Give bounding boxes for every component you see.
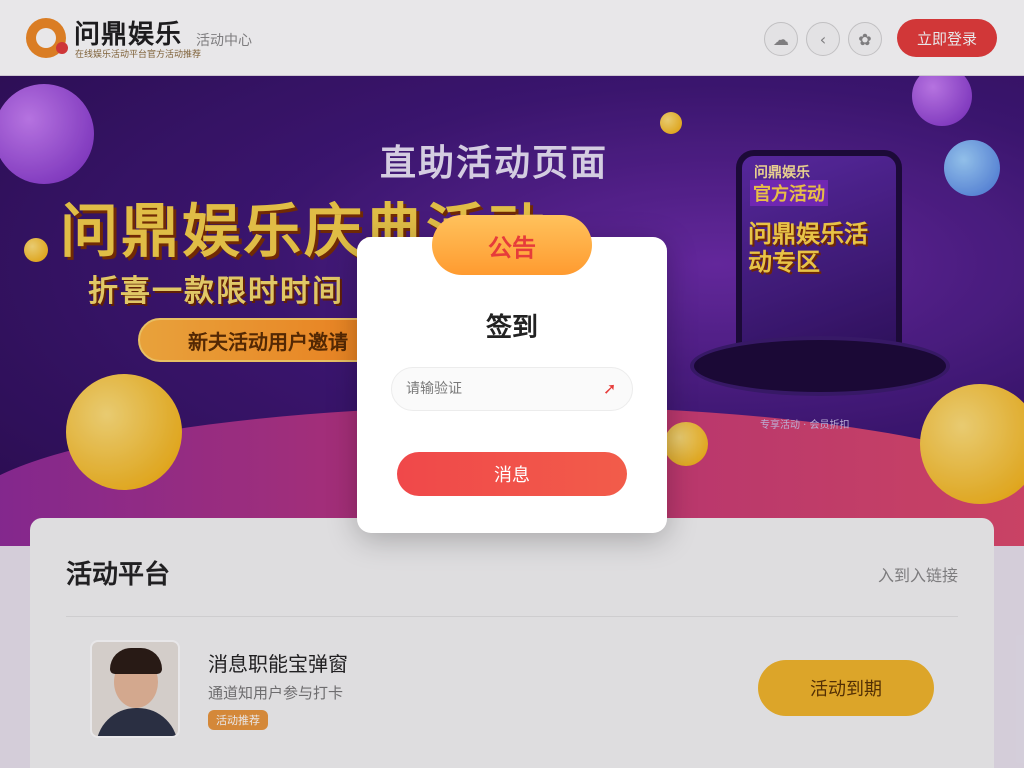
arrow-icon[interactable]: ➚ xyxy=(603,379,616,398)
dialog-submit-button[interactable]: 消息 xyxy=(397,452,627,496)
dialog-tab-label: 公告 xyxy=(432,215,592,275)
notice-dialog: 签到 ➚ 消息 xyxy=(357,237,667,533)
code-input[interactable] xyxy=(391,367,633,411)
dialog-title: 签到 xyxy=(485,313,538,343)
